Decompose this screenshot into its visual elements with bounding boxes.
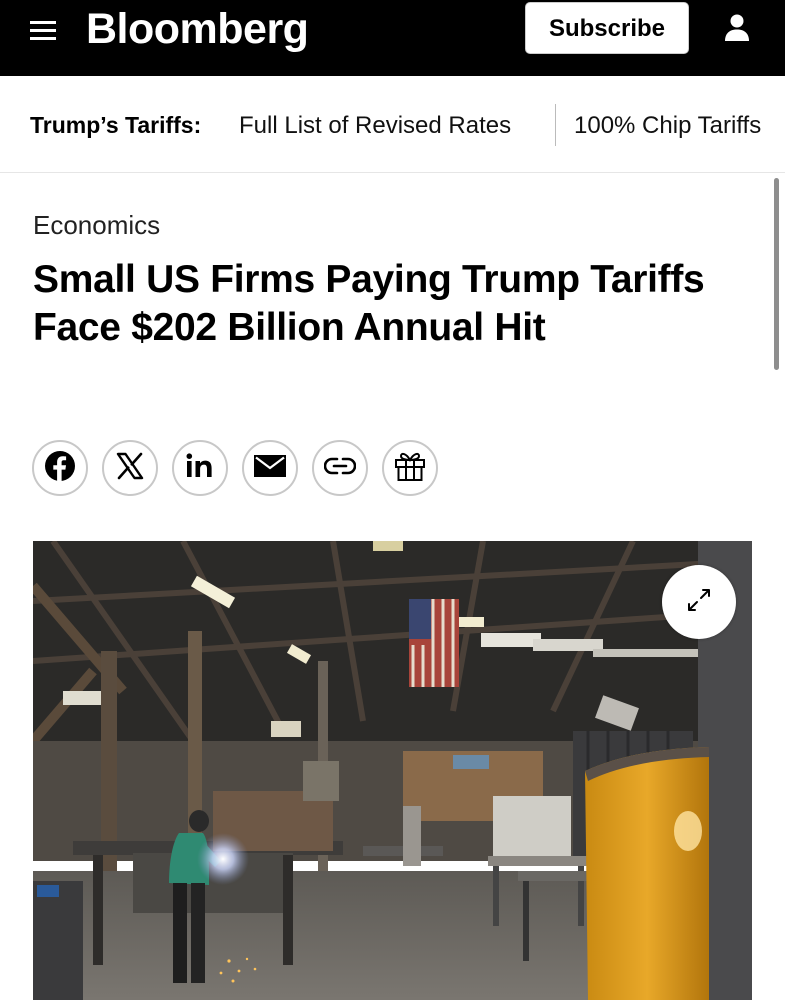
topic-subnav: Trump’s Tariffs: Full List of Revised Ra… — [0, 76, 785, 173]
subnav-link-chip-tariffs[interactable]: 100% Chip Tariffs — [574, 112, 761, 140]
article-headline: Small US Firms Paying Trump Tariffs Face… — [33, 258, 705, 349]
linkedin-icon — [184, 452, 216, 485]
x-icon — [115, 451, 145, 486]
page-scrollbar[interactable] — [774, 178, 779, 370]
subnav-link-revised-rates[interactable]: Full List of Revised Rates — [239, 112, 511, 140]
x-share-button[interactable] — [102, 440, 158, 496]
hamburger-menu-icon[interactable] — [30, 19, 58, 43]
linkedin-share-button[interactable] — [172, 440, 228, 496]
gift-article-button[interactable] — [382, 440, 438, 496]
facebook-icon — [44, 450, 76, 487]
account-icon[interactable] — [722, 12, 752, 44]
email-share-button[interactable] — [242, 440, 298, 496]
facebook-share-button[interactable] — [32, 440, 88, 496]
bloomberg-logo[interactable]: Bloomberg — [86, 2, 309, 56]
expand-image-button[interactable] — [662, 565, 736, 639]
top-bar: Bloomberg Subscribe — [0, 0, 785, 76]
subnav-divider — [555, 104, 556, 146]
subnav-label: Trump’s Tariffs: — [30, 112, 202, 138]
share-row — [32, 440, 472, 500]
link-icon — [323, 456, 357, 481]
expand-icon — [684, 585, 714, 620]
gift-icon — [393, 449, 427, 488]
article-category[interactable]: Economics — [33, 210, 160, 241]
copy-link-button[interactable] — [312, 440, 368, 496]
hero-image[interactable] — [33, 541, 752, 1000]
email-icon — [253, 453, 287, 484]
subscribe-button[interactable]: Subscribe — [525, 2, 689, 54]
